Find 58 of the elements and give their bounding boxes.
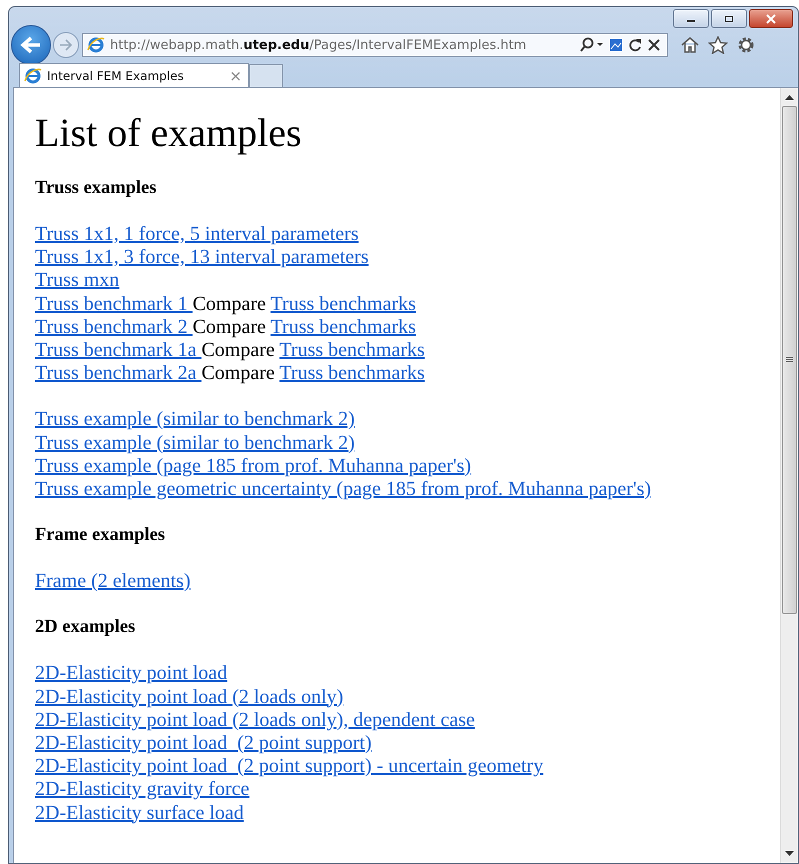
page-title: List of examples [35,110,303,156]
link[interactable]: 2D-Elasticity surface load [35,802,244,824]
star-icon[interactable] [708,36,728,54]
refresh-icon[interactable] [628,38,642,52]
close-button[interactable] [749,9,793,28]
stop-icon[interactable] [647,38,661,52]
browser-tab[interactable]: Interval FEM Examples × [19,63,249,87]
minimize-button[interactable] [673,9,709,28]
link[interactable]: Truss 1x1, 1 force, 5 interval parameters [35,223,359,245]
link[interactable]: 2D-Elasticity gravity force [35,778,250,800]
home-icon[interactable] [680,36,700,54]
grip-icon [786,357,793,363]
link[interactable]: Truss benchmarks [279,339,425,362]
link[interactable]: Truss example (similar to benchmark 2) [35,432,355,454]
settings-icon[interactable] [736,35,756,55]
tab-close-button[interactable]: × [229,66,242,84]
maximize-icon [723,14,735,22]
compatibility-icon[interactable] [609,38,623,52]
tab-title: Interval FEM Examples [47,68,185,82]
search-icon[interactable] [578,37,604,53]
forward-arrow-icon [59,39,73,51]
link[interactable]: 2D-Elasticity point load [35,662,228,684]
link[interactable]: Truss benchmark 1 [35,292,193,315]
link[interactable]: Truss benchmarks [279,362,425,384]
back-button[interactable] [11,25,51,65]
label-text: Compare [201,339,275,362]
close-icon [765,14,777,24]
label-text: Compare [192,316,266,338]
browser-logo-icon [87,36,105,54]
back-arrow-icon [20,36,42,54]
link[interactable]: 2D-Elasticity point load (2 point support) - uncertain geometry [35,755,544,778]
link[interactable]: Truss benchmark 1a [35,339,202,362]
link[interactable]: Truss example geometric uncertainty (page 185 from prof. Muhanna paper's) [35,478,652,500]
link[interactable]: Truss example (page 185 from prof. Muhanna paper's) [35,454,472,477]
link[interactable]: 2D-Elasticity point load (2 point support) [35,732,372,754]
link[interactable]: 2D-Elasticity point load (2 loads only) [35,686,344,708]
scrollbar[interactable] [780,88,798,863]
address-bar[interactable]: http://webapp.math.utep.edu/Pages/IntervalFEMExamples.htm [82,33,668,57]
maximize-button[interactable] [711,9,747,28]
section-heading: Truss examples [35,177,158,200]
label-text: Compare [192,292,266,315]
scroll-down-icon[interactable] [785,851,794,857]
section-heading: Frame examples [35,524,166,548]
link[interactable]: Frame (2 elements) [35,570,190,592]
link[interactable]: Truss benchmark 2a [35,362,202,384]
link[interactable]: Truss benchmark 2 [35,316,193,338]
url-text: http://webapp.math.utep.edu/Pages/IntervalFEMExamples.htm [110,38,528,52]
scrollbar-thumb[interactable] [782,106,797,614]
label-text: Compare [201,362,275,384]
link[interactable]: 2D-Elasticity point load (2 loads only), dependent case [35,708,475,731]
link[interactable]: Truss example (similar to benchmark 2) [35,408,355,430]
link[interactable]: Truss mxn [35,269,120,292]
link[interactable]: Truss 1x1, 3 force, 13 interval parameters [35,246,369,268]
link[interactable]: Truss benchmarks [270,316,416,338]
link[interactable]: Truss benchmarks [270,292,416,315]
scroll-up-icon[interactable] [785,94,794,100]
section-heading: 2D examples [35,616,136,640]
browser-logo-icon [24,66,42,84]
